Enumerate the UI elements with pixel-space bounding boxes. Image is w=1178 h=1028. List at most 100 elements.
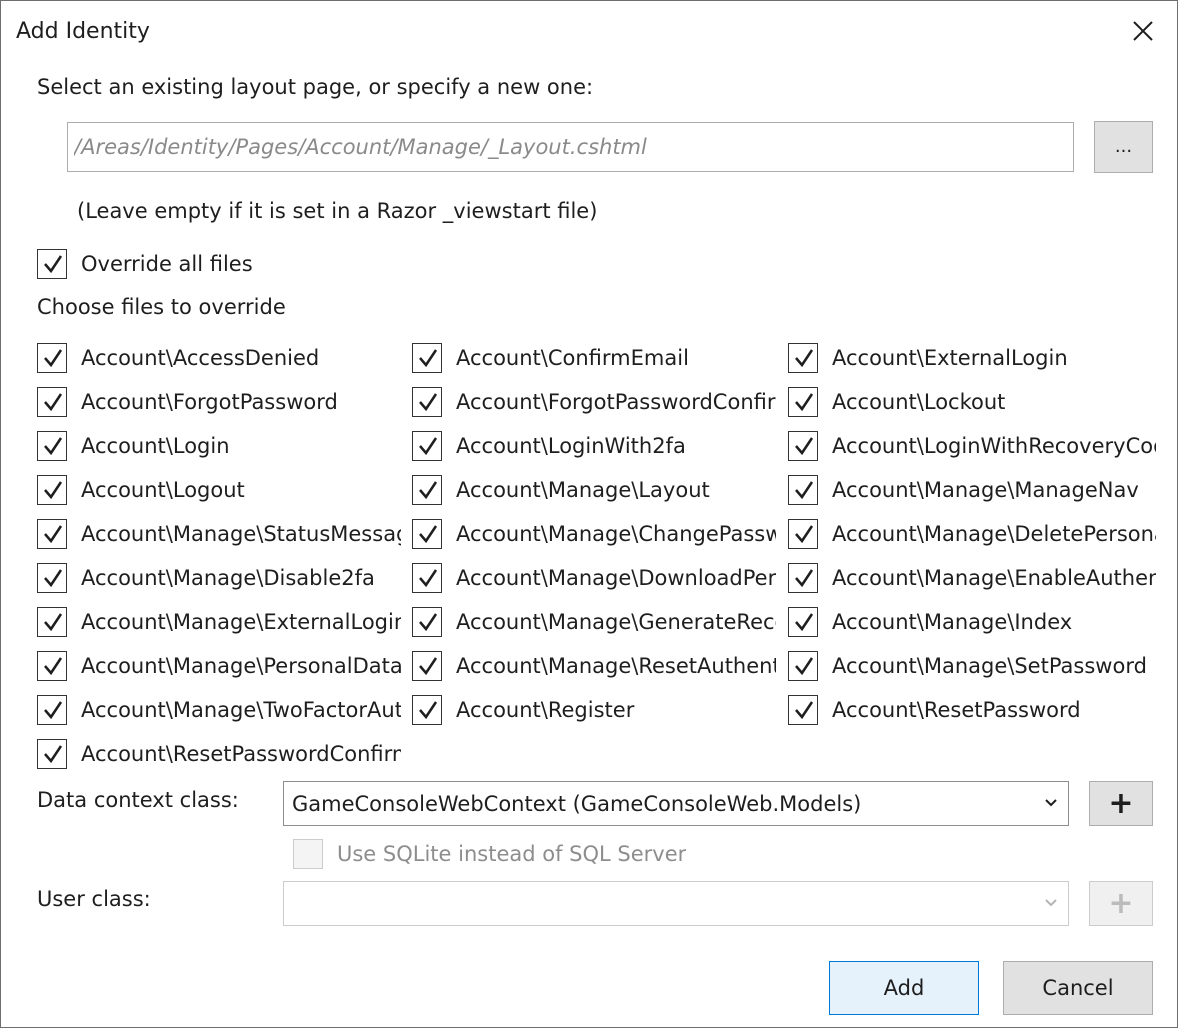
add-user-class-button[interactable]: + <box>1089 881 1153 926</box>
checkmark-icon <box>419 569 438 588</box>
file-checkbox[interactable]: Account\Manage\StatusMessage <box>37 519 401 549</box>
file-checkbox[interactable]: Account\Manage\DownloadPersonalData <box>412 563 776 593</box>
user-class-select[interactable] <box>283 881 1069 926</box>
file-checkbox-label: Account\Manage\ChangePassword <box>456 522 776 546</box>
file-checkbox[interactable]: Account\Manage\PersonalData <box>37 651 401 681</box>
file-checkbox-label: Account\ForgotPasswordConfirmation <box>456 390 776 414</box>
checkbox-box <box>788 343 818 373</box>
file-checkbox[interactable]: Account\Manage\ExternalLogins <box>37 607 401 637</box>
checkmark-icon <box>44 255 63 274</box>
file-checkbox-label: Account\AccessDenied <box>81 346 320 370</box>
dialog-title: Add Identity <box>16 19 150 44</box>
file-checkbox-label: Account\Manage\Index <box>832 610 1073 634</box>
file-checkbox[interactable]: Account\AccessDenied <box>37 343 401 373</box>
override-all-checkbox[interactable]: Override all files <box>37 249 253 279</box>
checkbox-box <box>412 387 442 417</box>
browse-button[interactable]: ... <box>1094 121 1153 173</box>
close-button[interactable] <box>1121 11 1165 51</box>
checkbox-box <box>788 695 818 725</box>
checkbox-box <box>37 519 67 549</box>
checkbox-box <box>37 387 67 417</box>
override-all-label: Override all files <box>81 252 253 276</box>
checkbox-box <box>412 475 442 505</box>
file-checkbox[interactable]: Account\Logout <box>37 475 401 505</box>
layout-page-input[interactable] <box>67 122 1074 172</box>
file-checkbox-label: Account\Manage\DeletePersonalData <box>832 522 1156 546</box>
file-checkbox[interactable]: Account\Manage\ChangePassword <box>412 519 776 549</box>
add-button[interactable]: Add <box>829 961 979 1015</box>
checkmark-icon <box>419 613 438 632</box>
checkmark-icon <box>795 569 814 588</box>
file-checkbox[interactable]: Account\Login <box>37 431 401 461</box>
add-data-context-button[interactable]: + <box>1089 781 1153 826</box>
data-context-select[interactable]: GameConsoleWebContext (GameConsoleWeb.Mo… <box>283 781 1069 826</box>
checkbox-box <box>788 431 818 461</box>
file-checkbox-label: Account\Logout <box>81 478 245 502</box>
file-checkbox-label: Account\Manage\SetPassword <box>832 654 1147 678</box>
file-checkbox[interactable]: Account\Manage\GenerateRecoveryCodes <box>412 607 776 637</box>
user-class-label: User class: <box>37 887 151 911</box>
file-checkbox-label: Account\Lockout <box>832 390 1006 414</box>
file-checkbox[interactable]: Account\ResetPassword <box>788 695 1156 725</box>
file-override-grid: Account\AccessDenied Account\ConfirmEmai… <box>37 343 1157 773</box>
file-checkbox-label: Account\Manage\TwoFactorAuthentication <box>81 698 401 722</box>
checkmark-icon <box>44 657 63 676</box>
file-checkbox[interactable]: Account\ResetPasswordConfirmation <box>37 739 401 769</box>
checkbox-box <box>788 387 818 417</box>
file-checkbox-label: Account\Manage\ManageNav <box>832 478 1139 502</box>
file-checkbox-label: Account\Manage\GenerateRecoveryCodes <box>456 610 776 634</box>
file-checkbox[interactable]: Account\Manage\DeletePersonalData <box>788 519 1156 549</box>
file-checkbox[interactable]: Account\Manage\ManageNav <box>788 475 1156 505</box>
file-checkbox-label: Account\ForgotPassword <box>81 390 338 414</box>
checkmark-icon <box>44 745 63 764</box>
checkbox-box <box>37 343 67 373</box>
file-checkbox[interactable]: Account\Manage\Index <box>788 607 1156 637</box>
file-checkbox-label: Account\ExternalLogin <box>832 346 1068 370</box>
file-checkbox[interactable]: Account\ForgotPasswordConfirmation <box>412 387 776 417</box>
file-checkbox[interactable]: Account\Manage\ResetAuthenticator <box>412 651 776 681</box>
checkbox-box <box>788 475 818 505</box>
checkmark-icon <box>419 393 438 412</box>
checkmark-icon <box>419 349 438 368</box>
file-checkbox[interactable]: Account\LoginWithRecoveryCode <box>788 431 1156 461</box>
checkbox-box <box>37 431 67 461</box>
file-checkbox[interactable]: Account\Manage\TwoFactorAuthentication <box>37 695 401 725</box>
file-checkbox[interactable]: Account\ForgotPassword <box>37 387 401 417</box>
cancel-button[interactable]: Cancel <box>1003 961 1153 1015</box>
file-checkbox[interactable]: Account\LoginWith2fa <box>412 431 776 461</box>
checkmark-icon <box>419 437 438 456</box>
data-context-label: Data context class: <box>37 788 239 812</box>
file-checkbox[interactable]: Account\ExternalLogin <box>788 343 1156 373</box>
checkmark-icon <box>44 437 63 456</box>
checkbox-box <box>37 475 67 505</box>
checkbox-box <box>788 563 818 593</box>
checkmark-icon <box>44 613 63 632</box>
checkmark-icon <box>419 525 438 544</box>
checkmark-icon <box>44 349 63 368</box>
chevron-down-icon <box>1045 899 1057 907</box>
file-checkbox-label: Account\Manage\Layout <box>456 478 710 502</box>
choose-files-label: Choose files to override <box>37 295 286 319</box>
checkmark-icon <box>44 393 63 412</box>
file-checkbox[interactable]: Account\Manage\Layout <box>412 475 776 505</box>
file-checkbox[interactable]: Account\Register <box>412 695 776 725</box>
file-checkbox[interactable]: Account\Manage\SetPassword <box>788 651 1156 681</box>
checkbox-box <box>412 519 442 549</box>
file-checkbox[interactable]: Account\ConfirmEmail <box>412 343 776 373</box>
checkmark-icon <box>419 481 438 500</box>
file-checkbox[interactable]: Account\Lockout <box>788 387 1156 417</box>
file-checkbox-label: Account\ConfirmEmail <box>456 346 689 370</box>
checkmark-icon <box>795 437 814 456</box>
checkbox-box <box>412 695 442 725</box>
sqlite-checkbox[interactable]: Use SQLite instead of SQL Server <box>293 839 686 869</box>
checkbox-box <box>788 607 818 637</box>
checkbox-box <box>37 651 67 681</box>
checkbox-box <box>412 343 442 373</box>
checkmark-icon <box>795 657 814 676</box>
file-checkbox-label: Account\Manage\ExternalLogins <box>81 610 401 634</box>
checkmark-icon <box>44 481 63 500</box>
file-checkbox[interactable]: Account\Manage\Disable2fa <box>37 563 401 593</box>
file-checkbox[interactable]: Account\Manage\EnableAuthenticator <box>788 563 1156 593</box>
checkmark-icon <box>795 701 814 720</box>
data-context-value: GameConsoleWebContext (GameConsoleWeb.Mo… <box>292 792 862 816</box>
